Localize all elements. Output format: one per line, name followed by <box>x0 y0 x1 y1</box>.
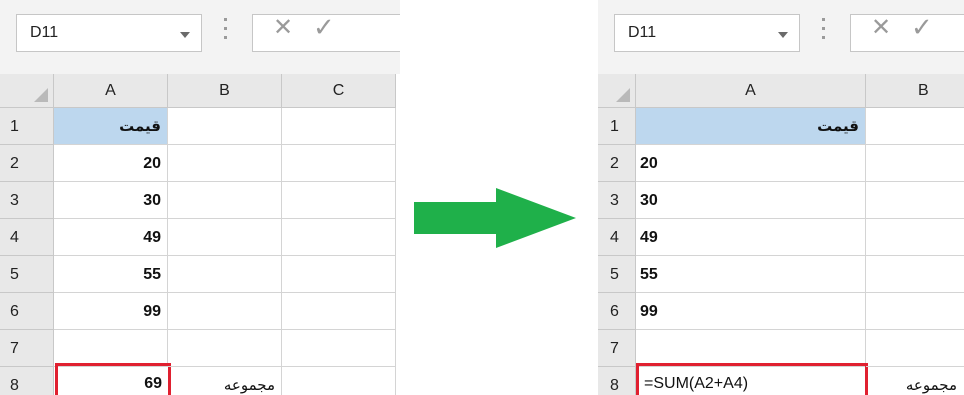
corner-triangle-icon <box>616 88 630 102</box>
cell-a7[interactable] <box>54 330 168 367</box>
column-header-b[interactable]: B <box>866 74 964 108</box>
cell-a6[interactable]: 99 <box>636 293 866 330</box>
row-header-8[interactable]: 8 <box>0 367 54 395</box>
formula-bar: D11 ✕ ✓ <box>598 0 964 74</box>
row-header-5[interactable]: 5 <box>0 256 54 293</box>
select-all-corner[interactable] <box>0 74 54 108</box>
corner-triangle-icon <box>34 88 48 102</box>
name-box-value: D11 <box>628 24 657 41</box>
drag-handle-icon[interactable] <box>822 18 826 40</box>
row-header-3[interactable]: 3 <box>598 182 636 219</box>
name-box-value: D11 <box>30 24 59 41</box>
cell-b5[interactable] <box>168 256 282 293</box>
row-header-1[interactable]: 1 <box>598 108 636 145</box>
cell-b3[interactable] <box>168 182 282 219</box>
select-all-corner[interactable] <box>598 74 636 108</box>
row-header-4[interactable]: 4 <box>0 219 54 256</box>
column-header-a[interactable]: A <box>54 74 168 108</box>
selected-cell-a8-formula[interactable]: =SUM(A2+A4) <box>636 363 868 395</box>
dropdown-icon[interactable] <box>778 32 788 38</box>
cell-b2[interactable] <box>168 145 282 182</box>
formula-bar: D11 ✕ ✓ <box>0 0 400 74</box>
cell-b7[interactable] <box>866 330 964 367</box>
cell-b6[interactable] <box>168 293 282 330</box>
right-arrow-icon <box>414 188 576 248</box>
cell-b1[interactable] <box>168 108 282 145</box>
row-header-1[interactable]: 1 <box>0 108 54 145</box>
cell-a7[interactable] <box>636 330 866 367</box>
cell-c8[interactable] <box>282 367 396 395</box>
row-header-4[interactable]: 4 <box>598 219 636 256</box>
cell-b8[interactable]: مجموعه <box>866 367 964 395</box>
cell-b4[interactable] <box>168 219 282 256</box>
row-header-6[interactable]: 6 <box>0 293 54 330</box>
cell-b1[interactable] <box>866 108 964 145</box>
cell-c5[interactable] <box>282 256 396 293</box>
cell-a2[interactable]: 20 <box>54 145 168 182</box>
cell-a6[interactable]: 99 <box>54 293 168 330</box>
cell-c7[interactable] <box>282 330 396 367</box>
cell-a4[interactable]: 49 <box>54 219 168 256</box>
dropdown-icon[interactable] <box>180 32 190 38</box>
row-header-8[interactable]: 8 <box>598 367 636 395</box>
cell-a5[interactable]: 55 <box>54 256 168 293</box>
row-header-3[interactable]: 3 <box>0 182 54 219</box>
cell-c4[interactable] <box>282 219 396 256</box>
cell-a3[interactable]: 30 <box>54 182 168 219</box>
column-header-b[interactable]: B <box>168 74 282 108</box>
drag-handle-icon[interactable] <box>224 18 228 40</box>
cell-b6[interactable] <box>866 293 964 330</box>
cell-a5[interactable]: 55 <box>636 256 866 293</box>
selected-cell-a8[interactable]: 69 <box>55 363 171 395</box>
cancel-icon[interactable]: ✕ <box>273 16 293 40</box>
cell-c1[interactable] <box>282 108 396 145</box>
row-header-7[interactable]: 7 <box>598 330 636 367</box>
cell-c6[interactable] <box>282 293 396 330</box>
cell-a4[interactable]: 49 <box>636 219 866 256</box>
cell-b3[interactable] <box>866 182 964 219</box>
cell-b8[interactable]: مجموعه <box>168 367 282 395</box>
column-header-a[interactable]: A <box>636 74 866 108</box>
column-header-c[interactable]: C <box>282 74 396 108</box>
cancel-icon[interactable]: ✕ <box>871 16 891 40</box>
name-box[interactable]: D11 <box>614 14 800 52</box>
cell-b4[interactable] <box>866 219 964 256</box>
cell-a2[interactable]: 20 <box>636 145 866 182</box>
row-header-2[interactable]: 2 <box>0 145 54 182</box>
cell-c3[interactable] <box>282 182 396 219</box>
formula-input-box[interactable] <box>850 14 964 52</box>
row-header-7[interactable]: 7 <box>0 330 54 367</box>
name-box[interactable]: D11 <box>16 14 202 52</box>
enter-icon[interactable]: ✓ <box>911 14 933 40</box>
right-excel-panel: D11 ✕ ✓ A B 1 2 3 4 5 6 7 8 قیمت 20 30 4… <box>598 0 964 395</box>
cell-a3[interactable]: 30 <box>636 182 866 219</box>
cell-a1[interactable]: قیمت <box>636 108 866 145</box>
cell-b7[interactable] <box>168 330 282 367</box>
cell-c2[interactable] <box>282 145 396 182</box>
cell-b5[interactable] <box>866 256 964 293</box>
cell-a1[interactable]: قیمت <box>54 108 168 145</box>
enter-icon[interactable]: ✓ <box>313 14 335 40</box>
cell-b2[interactable] <box>866 145 964 182</box>
left-excel-panel: D11 ✕ ✓ A B C 1 2 3 4 5 6 7 8 قیمت 20 30… <box>0 0 400 395</box>
row-header-5[interactable]: 5 <box>598 256 636 293</box>
row-header-2[interactable]: 2 <box>598 145 636 182</box>
row-header-6[interactable]: 6 <box>598 293 636 330</box>
